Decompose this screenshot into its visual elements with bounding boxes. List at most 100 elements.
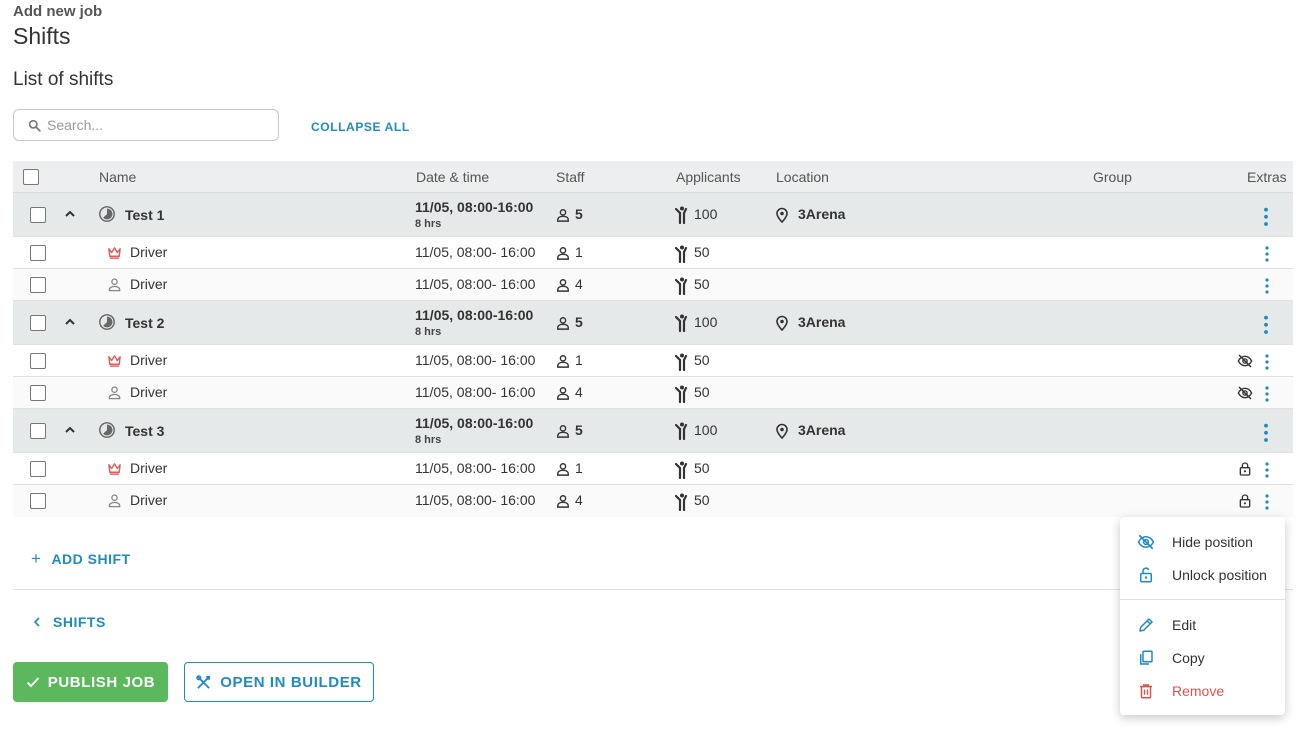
table-body: Test 1 11/05, 08:00-16:00 8 hrs 5 100 3Arena D… — [13, 193, 1293, 517]
page-title: Shifts — [13, 23, 71, 49]
shift-staff-count: 5 — [575, 422, 583, 438]
row-checkbox[interactable] — [30, 277, 46, 293]
position-applicants-count: 50 — [694, 244, 710, 260]
menu-item-edit[interactable]: Edit — [1120, 610, 1285, 640]
position-row[interactable]: Driver 11/05, 08:00- 16:00 4 50 — [13, 377, 1293, 409]
row-checkbox[interactable] — [30, 245, 46, 261]
shift-applicants-count: 100 — [694, 314, 718, 330]
lock-icon[interactable] — [1237, 461, 1253, 477]
shift-name: Test 1 — [125, 207, 165, 223]
position-row[interactable]: Driver 11/05, 08:00- 16:00 1 50 — [13, 237, 1293, 269]
position-date: 11/05, 08:00- 16:00 — [415, 384, 536, 400]
timer-icon — [98, 205, 116, 223]
crown-icon — [107, 461, 122, 476]
position-row[interactable]: Driver 11/05, 08:00- 16:00 1 50 — [13, 453, 1293, 485]
publish-job-button[interactable]: PUBLISH JOB — [13, 662, 168, 702]
more-vertical-icon[interactable] — [1262, 353, 1272, 370]
shift-group-row[interactable]: Test 3 11/05, 08:00-16:00 8 hrs 5 100 3Arena — [13, 409, 1293, 453]
add-shift-label: ADD SHIFT — [51, 551, 131, 567]
position-role: Driver — [130, 384, 168, 400]
search-input[interactable] — [47, 117, 267, 133]
row-checkbox[interactable] — [30, 353, 46, 369]
position-row[interactable]: Driver 11/05, 08:00- 16:00 4 50 — [13, 269, 1293, 301]
position-staff-count: 1 — [575, 460, 583, 476]
column-location: Location — [776, 169, 829, 185]
row-checkbox[interactable] — [30, 207, 46, 223]
shift-staff-count: 5 — [575, 314, 583, 330]
more-vertical-icon[interactable] — [1260, 314, 1272, 334]
trash-icon — [1140, 684, 1152, 699]
column-extras: Extras — [1247, 169, 1287, 185]
more-vertical-icon[interactable] — [1260, 422, 1272, 442]
more-vertical-icon[interactable] — [1262, 245, 1272, 262]
row-checkbox[interactable] — [30, 423, 46, 439]
menu-item-hide-position[interactable]: Hide position — [1120, 527, 1285, 557]
breadcrumb: Add new job — [13, 3, 103, 20]
row-checkbox[interactable] — [30, 493, 46, 509]
back-to-shifts-link[interactable]: SHIFTS — [33, 614, 106, 630]
unlock-icon — [1140, 567, 1152, 583]
select-all-checkbox[interactable] — [23, 169, 39, 185]
shift-group-row[interactable]: Test 2 11/05, 08:00-16:00 8 hrs 5 100 3Arena — [13, 301, 1293, 345]
position-row[interactable]: Driver 11/05, 08:00- 16:00 4 50 — [13, 485, 1293, 517]
divider — [13, 589, 1293, 590]
menu-divider — [1120, 599, 1285, 600]
shift-group-row[interactable]: Test 1 11/05, 08:00-16:00 8 hrs 5 100 3Arena — [13, 193, 1293, 237]
table-header: Name Date & time Staff Applicants Locati… — [13, 161, 1293, 193]
menu-item-label: Remove — [1172, 683, 1225, 699]
menu-item-remove[interactable]: Remove — [1120, 676, 1285, 706]
row-checkbox[interactable] — [30, 315, 46, 331]
chevron-up-icon[interactable] — [63, 423, 77, 437]
tools-icon — [196, 674, 211, 689]
more-vertical-icon[interactable] — [1262, 461, 1272, 478]
staff-icon — [556, 316, 570, 330]
menu-item-label: Hide position — [1172, 534, 1253, 550]
shift-hours: 8 hrs — [415, 434, 442, 446]
add-shift-button[interactable]: + ADD SHIFT — [31, 549, 131, 569]
person-icon — [107, 493, 122, 508]
more-vertical-icon[interactable] — [1260, 206, 1272, 226]
staff-icon — [556, 424, 570, 438]
row-checkbox[interactable] — [30, 385, 46, 401]
shift-applicants-count: 100 — [694, 422, 718, 438]
more-vertical-icon[interactable] — [1262, 493, 1272, 510]
position-applicants-count: 50 — [694, 492, 710, 508]
person-icon — [107, 277, 122, 292]
more-vertical-icon[interactable] — [1262, 385, 1272, 402]
staff-icon — [556, 494, 570, 508]
position-date: 11/05, 08:00- 16:00 — [415, 460, 536, 476]
applicant-icon — [674, 422, 689, 441]
position-applicants-count: 50 — [694, 276, 710, 292]
shifts-table: Name Date & time Staff Applicants Locati… — [13, 161, 1293, 517]
staff-icon — [556, 278, 570, 292]
shift-date: 11/05, 08:00-16:00 — [415, 415, 534, 431]
chevron-up-icon[interactable] — [63, 207, 77, 221]
hidden-eye-icon[interactable] — [1237, 385, 1253, 401]
row-checkbox[interactable] — [30, 461, 46, 477]
shift-hours: 8 hrs — [415, 218, 442, 230]
collapse-all-button[interactable]: COLLAPSE ALL — [311, 120, 410, 134]
staff-icon — [556, 246, 570, 260]
applicant-icon — [674, 493, 689, 512]
plus-icon: + — [31, 549, 42, 568]
location-pin-icon — [775, 423, 789, 440]
search-icon — [28, 119, 41, 132]
search-box[interactable] — [13, 109, 279, 141]
staff-icon — [556, 462, 570, 476]
chevron-up-icon[interactable] — [63, 315, 77, 329]
more-vertical-icon[interactable] — [1262, 277, 1272, 294]
position-applicants-count: 50 — [694, 460, 710, 476]
hidden-eye-icon[interactable] — [1237, 353, 1253, 369]
lock-icon[interactable] — [1237, 493, 1253, 509]
column-date: Date & time — [416, 169, 490, 185]
position-row[interactable]: Driver 11/05, 08:00- 16:00 1 50 — [13, 345, 1293, 377]
position-staff-count: 1 — [575, 244, 583, 260]
chevron-left-icon — [33, 614, 41, 630]
position-date: 11/05, 08:00- 16:00 — [415, 244, 536, 260]
menu-item-unlock-position[interactable]: Unlock position — [1120, 560, 1285, 590]
menu-item-copy[interactable]: Copy — [1120, 643, 1285, 673]
check-icon — [26, 677, 39, 688]
open-in-builder-button[interactable]: OPEN IN BUILDER — [184, 662, 374, 702]
staff-icon — [556, 354, 570, 368]
position-date: 11/05, 08:00- 16:00 — [415, 276, 536, 292]
